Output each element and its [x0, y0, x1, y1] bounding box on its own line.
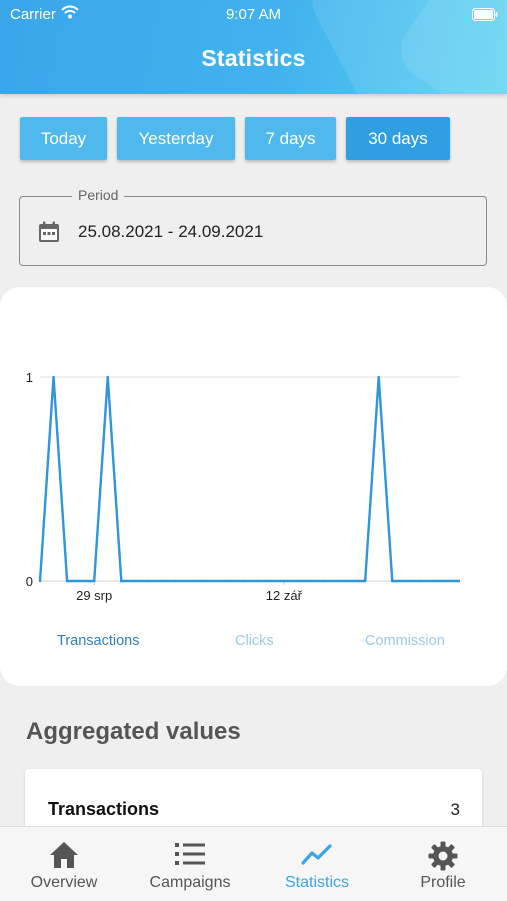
- aggregated-title: Aggregated values: [26, 718, 241, 745]
- nav-label-profile: Profile: [420, 874, 466, 891]
- tab-clicks[interactable]: Clicks: [235, 633, 274, 649]
- x-tick-label: 12 zář: [266, 588, 303, 603]
- data-point: [336, 579, 340, 583]
- nav-item-campaigns[interactable]: Campaigns: [127, 827, 253, 901]
- y-tick-label: 0: [26, 574, 33, 589]
- data-point: [106, 375, 109, 379]
- chart-card: 0 1 29 srp 12 zář Transactions Clicks Commi…: [0, 287, 507, 686]
- series-line-transactions: [38, 376, 460, 583]
- data-point: [38, 579, 42, 583]
- header: Carrier 9:07 AM Statistics: [0, 0, 507, 94]
- data-point: [282, 579, 286, 583]
- yesterday-button-label: Yesterday: [138, 128, 214, 148]
- data-point: [350, 579, 353, 583]
- data-point: [214, 579, 218, 583]
- line-chart: 0 1 29 srp 12 zář: [26, 370, 460, 603]
- data-point: [242, 579, 245, 583]
- data-point: [228, 579, 231, 583]
- data-point: [255, 579, 258, 583]
- seven-days-button[interactable]: 7 days: [245, 117, 336, 160]
- nav-item-statistics[interactable]: Statistics: [254, 827, 380, 901]
- data-point: [160, 579, 164, 583]
- thirty-days-button-label: 30 days: [368, 128, 428, 148]
- data-point: [79, 579, 82, 583]
- battery-icon: [472, 8, 498, 25]
- data-point: [187, 579, 191, 583]
- data-point: [174, 579, 177, 583]
- data-point: [65, 579, 69, 583]
- y-tick-label: 1: [26, 370, 33, 385]
- data-point: [377, 375, 380, 379]
- data-point: [120, 579, 123, 583]
- seven-days-button-label: 7 days: [265, 128, 316, 148]
- data-point: [418, 579, 421, 583]
- today-button-label: Today: [40, 128, 87, 148]
- bottom-nav: Overview Campaigns Statistics Profile: [0, 826, 507, 901]
- period-field[interactable]: Period 25.08.2021 - 24.09.2021: [19, 187, 487, 266]
- data-point: [147, 579, 150, 583]
- thirty-days-button[interactable]: 30 days: [346, 117, 450, 160]
- data-point: [296, 579, 299, 583]
- data-point: [269, 579, 272, 583]
- page-title: Statistics: [201, 45, 306, 71]
- aggregated-item-value: 3: [450, 800, 460, 819]
- today-button[interactable]: Today: [20, 117, 107, 160]
- status-time: 9:07 AM: [225, 6, 282, 23]
- x-tick-label: 29 srp: [76, 588, 112, 603]
- data-point: [92, 579, 96, 583]
- aggregated-item-label: Transactions: [48, 799, 160, 819]
- data-point: [391, 579, 394, 583]
- data-point: [52, 375, 55, 379]
- tab-commission[interactable]: Commission: [365, 633, 445, 649]
- chart-icon: [301, 841, 333, 872]
- status-bar: Carrier 9:07 AM: [0, 0, 507, 28]
- list-icon: [174, 841, 206, 872]
- data-point: [201, 579, 204, 583]
- period-value: 25.08.2021 - 24.09.2021: [78, 222, 264, 241]
- data-point: [445, 579, 448, 583]
- data-point: [133, 579, 137, 583]
- nav-item-profile[interactable]: Profile: [380, 827, 506, 901]
- calendar-icon: [38, 221, 60, 248]
- nav-item-overview[interactable]: Overview: [1, 827, 127, 901]
- home-icon: [49, 841, 79, 874]
- data-point: [404, 579, 408, 583]
- nav-label-campaigns: Campaigns: [149, 874, 231, 891]
- data-point: [363, 579, 367, 583]
- data-point: [309, 579, 313, 583]
- period-label: Period: [72, 187, 125, 203]
- data-point: [431, 579, 435, 583]
- gear-icon: [428, 841, 458, 876]
- nav-label-overview: Overview: [30, 874, 98, 891]
- tab-transactions[interactable]: Transactions: [57, 633, 139, 649]
- yesterday-button[interactable]: Yesterday: [117, 117, 235, 160]
- nav-label-statistics: Statistics: [284, 874, 349, 891]
- data-point: [323, 579, 326, 583]
